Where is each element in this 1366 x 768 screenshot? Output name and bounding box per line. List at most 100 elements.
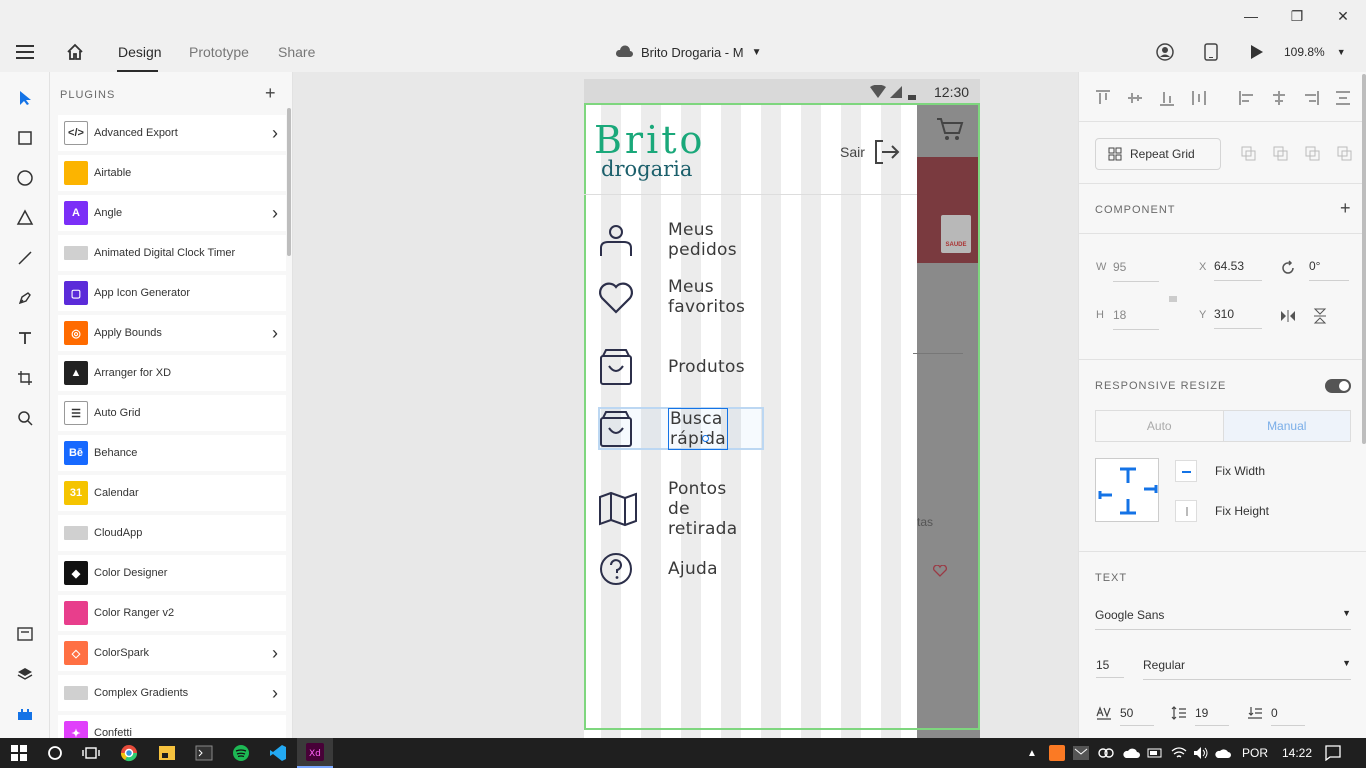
plugin-item[interactable]: ☰ Auto Grid — [58, 395, 286, 431]
repeat-grid-button[interactable]: Repeat Grid — [1095, 138, 1221, 170]
rectangle-tool-icon[interactable] — [13, 126, 37, 150]
height-input[interactable]: 18 — [1113, 308, 1159, 330]
adobe-xd-icon[interactable]: Xd — [297, 738, 333, 768]
font-family-dropdown[interactable]: Google Sans ▼ — [1095, 606, 1351, 630]
menu-item-ajuda[interactable]: Ajuda — [598, 549, 718, 589]
tab-prototype[interactable]: Prototype — [189, 32, 249, 72]
tab-share[interactable]: Share — [278, 32, 315, 72]
plugin-item[interactable]: Complex Gradients › — [58, 675, 286, 711]
play-preview-icon[interactable] — [1250, 44, 1264, 65]
width-input[interactable]: 95 — [1113, 260, 1159, 282]
character-spacing-input[interactable]: 50 — [1120, 706, 1154, 726]
volume-icon[interactable] — [1192, 738, 1210, 768]
boolean-exclude-icon[interactable] — [1337, 146, 1353, 162]
align-bottom-icon[interactable] — [1159, 90, 1175, 106]
wifi-tray-icon[interactable] — [1170, 738, 1188, 768]
tab-design[interactable]: Design — [118, 32, 162, 72]
chrome-icon[interactable] — [117, 738, 141, 768]
menu-item-produtos[interactable]: Produtos — [598, 347, 745, 387]
onedrive-icon[interactable] — [1121, 738, 1141, 768]
layers-panel-icon[interactable] — [13, 662, 37, 686]
plugin-item[interactable]: ◇ ColorSpark › — [58, 635, 286, 671]
pen-tool-icon[interactable] — [13, 286, 37, 310]
xampp-icon[interactable] — [1048, 738, 1066, 768]
home-icon[interactable] — [66, 43, 84, 66]
distribute-vertical-icon[interactable] — [1191, 90, 1207, 106]
vscode-icon[interactable] — [266, 738, 290, 768]
rotation-input[interactable]: 0° — [1309, 259, 1349, 281]
plugin-item[interactable]: ◎ Apply Bounds › — [58, 315, 286, 351]
align-middle-icon[interactable] — [1127, 90, 1143, 106]
plugins-scrollbar[interactable] — [287, 108, 291, 256]
align-center-icon[interactable] — [1271, 90, 1287, 106]
file-explorer-icon[interactable] — [155, 738, 179, 768]
clock[interactable]: 14:22 — [1274, 738, 1320, 768]
line-spacing-input[interactable]: 19 — [1195, 706, 1229, 726]
flip-horizontal-icon[interactable] — [1280, 309, 1296, 323]
search-icon[interactable] — [44, 738, 66, 768]
zoom-tool-icon[interactable] — [13, 406, 37, 430]
boolean-add-icon[interactable] — [1241, 146, 1257, 162]
plugin-item[interactable]: Bē Behance — [58, 435, 286, 471]
text-tool-icon[interactable] — [13, 326, 37, 350]
power-tray-icon[interactable] — [1146, 738, 1164, 768]
windows-start-icon[interactable] — [8, 738, 30, 768]
minimize-button[interactable]: — — [1228, 0, 1274, 32]
assets-panel-icon[interactable] — [13, 622, 37, 646]
add-component-button[interactable]: + — [1340, 198, 1351, 219]
device-preview-icon[interactable] — [1204, 43, 1218, 66]
ellipse-tool-icon[interactable] — [13, 166, 37, 190]
user-share-icon[interactable] — [1156, 43, 1174, 66]
inspector-scrollbar[interactable] — [1362, 74, 1366, 444]
plugin-item[interactable]: CloudApp — [58, 515, 286, 551]
y-input[interactable]: 310 — [1214, 307, 1262, 329]
terminal-icon[interactable] — [192, 738, 216, 768]
logout-button[interactable]: Sair — [840, 139, 901, 165]
auto-option[interactable]: Auto — [1096, 411, 1224, 441]
responsive-toggle[interactable] — [1325, 379, 1351, 393]
plugin-item[interactable]: ▢ App Icon Generator — [58, 275, 286, 311]
plugin-item[interactable]: A Angle › — [58, 195, 286, 231]
document-title-dropdown[interactable]: Brito Drogaria - M ▼ — [614, 32, 761, 72]
artboard[interactable]: 12:30 SAUDE tas Brito drogaria Sair Meus… — [584, 79, 980, 738]
boolean-subtract-icon[interactable] — [1273, 146, 1289, 162]
menu-item-pontos-de-retirada[interactable]: Pontos de retirada — [598, 479, 737, 539]
link-tray-icon[interactable] — [1097, 738, 1115, 768]
add-plugin-button[interactable]: + — [265, 83, 276, 104]
hamburger-menu-icon[interactable] — [16, 44, 34, 65]
language-indicator[interactable]: POR — [1238, 738, 1272, 768]
align-top-icon[interactable] — [1095, 90, 1111, 106]
font-weight-dropdown[interactable]: Regular ▼ — [1143, 656, 1351, 680]
menu-item-meus-pedidos[interactable]: Meus pedidos — [598, 220, 737, 260]
spotify-icon[interactable] — [229, 738, 253, 768]
plugins-panel-icon[interactable] — [13, 702, 37, 726]
plugin-item[interactable]: ▲ Arranger for XD — [58, 355, 286, 391]
resize-handle[interactable] — [702, 435, 709, 442]
fix-height-checkbox[interactable] — [1175, 500, 1197, 522]
restore-button[interactable]: ❐ — [1274, 0, 1320, 32]
plugin-item[interactable]: Color Ranger v2 — [58, 595, 286, 631]
artboard-tool-icon[interactable] — [13, 366, 37, 390]
plugin-item[interactable]: </> Advanced Export › — [58, 115, 286, 151]
distribute-horizontal-icon[interactable] — [1335, 90, 1351, 106]
gmail-tray-icon[interactable] — [1072, 738, 1090, 768]
cloud-sync-icon[interactable] — [1214, 738, 1232, 768]
x-input[interactable]: 64.53 — [1214, 259, 1262, 281]
plugin-item[interactable]: ◆ Color Designer — [58, 555, 286, 591]
close-button[interactable]: ✕ — [1320, 0, 1366, 32]
menu-item-meus-favoritos[interactable]: Meus favoritos — [598, 277, 745, 317]
constraints-widget[interactable] — [1095, 458, 1159, 522]
fix-width-checkbox[interactable] — [1175, 460, 1197, 482]
tray-chevron-up-icon[interactable]: ▲ — [1024, 738, 1040, 768]
lock-aspect-icon[interactable] — [1168, 291, 1178, 303]
manual-option[interactable]: Manual — [1223, 411, 1350, 441]
plugin-item[interactable]: Animated Digital Clock Timer — [58, 235, 286, 271]
plugin-item[interactable]: Airtable — [58, 155, 286, 191]
paragraph-spacing-input[interactable]: 0 — [1271, 706, 1305, 726]
plugin-item[interactable]: ✦ Confetti — [58, 715, 286, 738]
zoom-dropdown[interactable]: 109.8% ▼ — [1284, 32, 1346, 72]
font-size-input[interactable]: 15 — [1096, 658, 1124, 678]
polygon-tool-icon[interactable] — [13, 206, 37, 230]
select-tool-icon[interactable] — [13, 86, 37, 110]
align-right-icon[interactable] — [1303, 90, 1319, 106]
